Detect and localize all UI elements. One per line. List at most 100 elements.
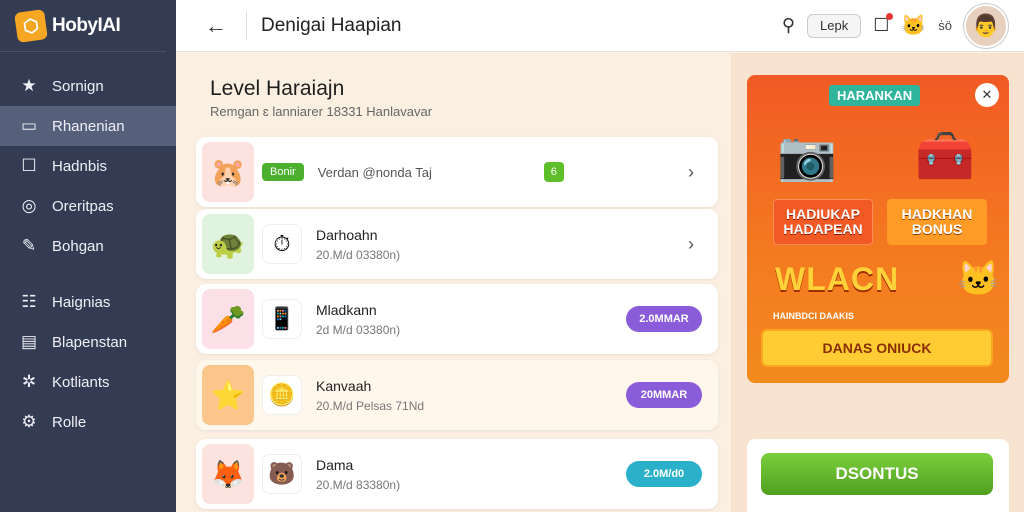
list-item[interactable]: ⭐ 🪙 Kanvaah 20.M/d Pelsas 71Nd 20MMAR (196, 360, 718, 430)
sidebar-item-label: Haignias (52, 293, 111, 311)
promo-header: HARANKAN (829, 85, 921, 106)
level-title: Level Haraiajn (210, 77, 345, 100)
row-texts: Dama 20.M/d 83380n) (316, 457, 400, 492)
bonus-card: DSONTUS (747, 439, 1009, 512)
sidebar-item-7[interactable]: ✲ Kotliants (0, 362, 176, 402)
search-icon[interactable]: ⚲ (782, 15, 795, 36)
sidebar-nav: ★ Sornign ▭ Rhanenian ☐ Hadnbis ◎ Oreritpas … (0, 66, 176, 442)
list-icon: ☷ (21, 292, 37, 311)
brand-logo-icon: ⬡ (14, 8, 48, 43)
bonus-button[interactable]: DSONTUS (761, 453, 993, 495)
status-text: ṡö (938, 18, 952, 33)
promo-cta-button[interactable]: DANAS ONIUCK (761, 329, 993, 367)
sidebar-item-4[interactable]: ✎ Bohgan (0, 226, 176, 266)
chevron-right-icon: › (688, 233, 694, 254)
status-badge: 6 (543, 162, 564, 182)
main-panel: Level Haraiajn Remgan ɛ lanniarer 18331 … (176, 53, 731, 512)
fox-thumb-icon: 🦊 (202, 444, 254, 504)
arrow-left-icon: ← (205, 12, 227, 38)
chevron-right-icon: › (688, 161, 694, 182)
character-icon: 🐻 (262, 454, 302, 494)
star-thumb-icon: ⭐ (202, 365, 254, 425)
sidebar-item-3[interactable]: ◎ Oreritpas (0, 186, 176, 226)
character-thumb-icon: 🐢 (202, 214, 254, 274)
top-bar: ← Denigai Haapian ⚲ Lepk ☐ 🐱 ṡö 👨 (176, 0, 1024, 52)
row-action-button[interactable]: 2.0MMAR (626, 306, 702, 332)
row-texts: Mladkann 2d M/d 03380n) (316, 302, 400, 337)
card-icon: ▭ (20, 116, 38, 135)
row-action-button[interactable]: 2.0M/d0 (626, 461, 702, 487)
chat-icon: ◎ (21, 196, 37, 215)
row-texts: Kanvaah 20.M/d Pelsas 71Nd (316, 378, 424, 413)
sidebar-item-6[interactable]: ▤ Blapenstan (0, 322, 176, 362)
sidebar-item-label: Bohgan (52, 237, 104, 255)
sidebar-item-label: Sornign (52, 77, 104, 95)
promo-box-right[interactable]: HADKHAN BONUS (887, 199, 987, 245)
row-texts: Darhoahn 20.M/d 03380n) (316, 227, 400, 262)
pen-icon: ✎ (21, 236, 37, 255)
promo-small-text: HAINBDCI DAAKIS (773, 311, 854, 321)
row-meta: 20.M/d 83380n) (316, 477, 401, 492)
brand[interactable]: ⬡ HobyIAI (0, 0, 166, 52)
divider (246, 11, 247, 40)
promo-box-line: HADKHAN (901, 205, 973, 222)
settings-icon: ⚙ (21, 412, 37, 431)
sidebar-item-0[interactable]: ★ Sornign (0, 66, 176, 106)
gear-icon: ✲ (21, 372, 37, 391)
sidebar-item-5[interactable]: ☷ Haignias (0, 282, 176, 322)
promo-box-left[interactable]: HADIUKAP HADAPEAN (773, 199, 873, 245)
promo-box-line: HADIUKAP (786, 205, 860, 222)
promo-big-text: WLACN (775, 261, 900, 297)
list-item[interactable]: 🐢 ⏱ Darhoahn 20.M/d 03380n) › (196, 209, 718, 279)
row-meta: 20.M/d Pelsas 71Nd (316, 398, 425, 413)
sidebar: ⬡ HobyIAI ★ Sornign ▭ Rhanenian ☐ Hadnbis ◎… (0, 0, 176, 512)
sidebar-item-1[interactable]: ▭ Rhanenian (0, 106, 176, 146)
notification-icon[interactable]: ☐ (873, 13, 894, 36)
mascot-icon[interactable]: 🐱 (901, 13, 926, 38)
avatar[interactable]: 👨 (964, 3, 1008, 48)
promo-box-line: BONUS (911, 221, 963, 237)
row-action-button[interactable]: 20MMAR (626, 382, 702, 408)
sidebar-item-label: Rhanenian (52, 117, 125, 135)
row-name: Darhoahn (316, 226, 378, 243)
mascot-thumb-icon: 🐹 (202, 142, 254, 202)
sidebar-item-label: Hadnbis (52, 157, 108, 175)
promo-box-line: HADAPEAN (783, 221, 863, 237)
right-panel: HARANKAN ✕ 📷 🧰 HADIUKAP HADAPEAN HADKHAN… (731, 53, 1024, 512)
sidebar-item-8[interactable]: ⚙ Rolle (0, 402, 176, 442)
coins-icon: 🪙 (262, 375, 302, 415)
promo-card: HARANKAN ✕ 📷 🧰 HADIUKAP HADAPEAN HADKHAN… (747, 75, 1009, 383)
sidebar-item-label: Rolle (52, 413, 87, 431)
row-name: Kanvaah (316, 377, 372, 394)
notification-dot (886, 13, 894, 20)
star-icon: ★ (21, 76, 37, 95)
row-name: Mladkann (316, 301, 377, 318)
list-item[interactable]: 🐹 Bonir Verdan @nonda Taj 6 › (196, 137, 718, 207)
carrot-thumb-icon: 🥕 (202, 289, 254, 349)
row-name: Dama (316, 456, 354, 473)
tablet-icon: 📱 (262, 299, 302, 339)
page-title: Denigai Haapian (261, 14, 402, 36)
sidebar-item-label: Oreritpas (52, 197, 114, 215)
mascot-face-icon: 🐱 (957, 260, 1000, 298)
back-button[interactable]: ← (196, 6, 236, 46)
sidebar-item-2[interactable]: ☐ Hadnbis (0, 146, 176, 186)
row-meta: 2d M/d 03380n) (316, 322, 401, 337)
sidebar-item-label: Kotliants (52, 373, 110, 391)
list-item[interactable]: 🥕 📱 Mladkann 2d M/d 03380n) 2.0MMAR (196, 284, 718, 354)
level-subtitle: Remgan ɛ lanniarer 18331 Hanlavavar (210, 104, 433, 119)
camera-art-icon: 📷 (777, 130, 837, 183)
list-item[interactable]: 🦊 🐻 Dama 20.M/d 83380n) 2.0M/d0 (196, 439, 718, 509)
row-text: Verdan @nonda Taj (317, 164, 432, 180)
row-meta: 20.M/d 03380n) (316, 247, 401, 262)
safe-art-icon: 🧰 (915, 130, 975, 183)
lock-button[interactable]: Lepk (807, 13, 862, 38)
sidebar-item-label: Blapenstan (52, 333, 128, 351)
tag-badge: Bonir (262, 163, 304, 181)
top-actions: ⚲ Lepk ☐ 🐱 ṡö 👨 (782, 3, 1008, 48)
square-icon: ☐ (21, 156, 37, 175)
brand-name: HobyIAI (52, 14, 121, 36)
doc-icon: ▤ (20, 332, 38, 351)
close-icon[interactable]: ✕ (975, 83, 999, 107)
